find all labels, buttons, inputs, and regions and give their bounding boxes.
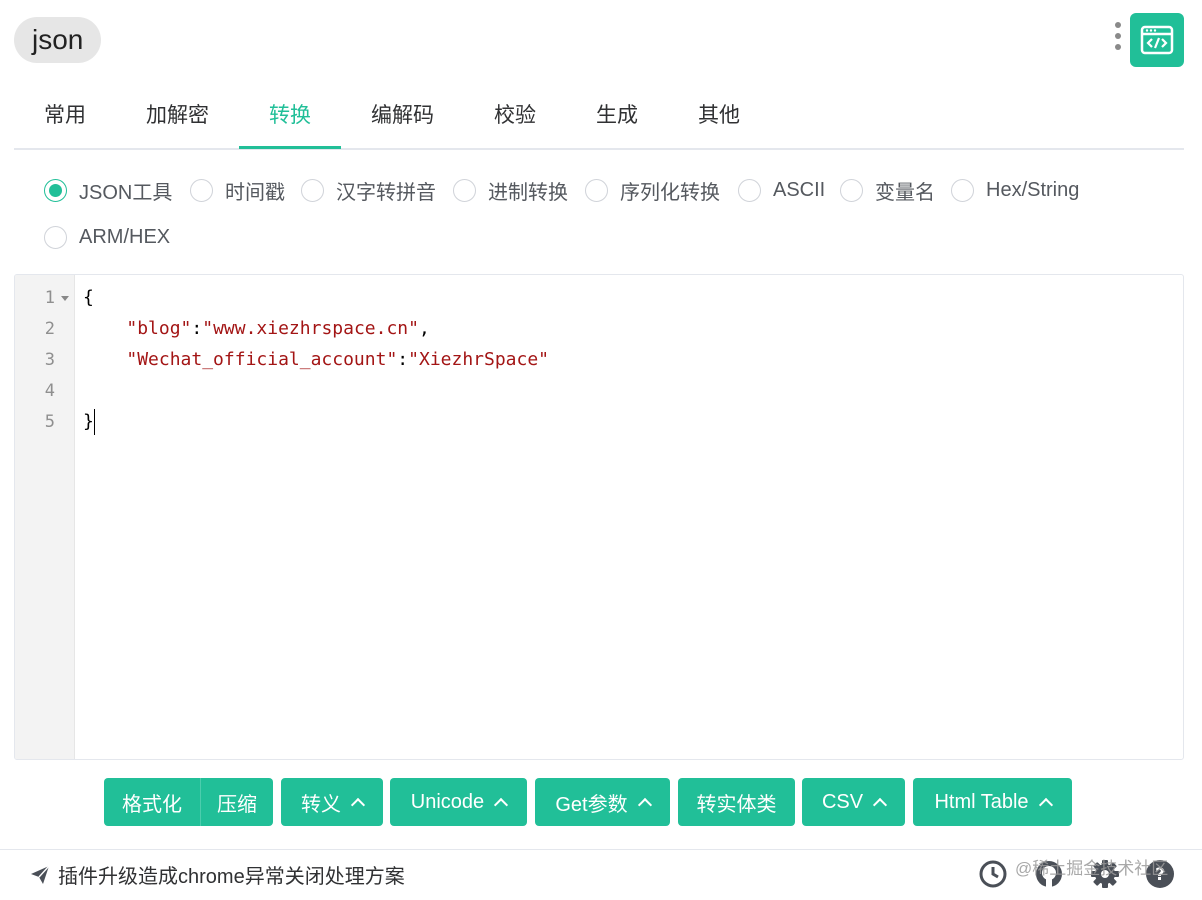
watermark-text: @稀土掘金技术社区	[1015, 859, 1169, 878]
code-line: }	[83, 406, 95, 437]
radio-dot	[44, 225, 67, 249]
line-number: 4	[44, 381, 55, 401]
radio-dot	[738, 178, 761, 202]
radio-label: 时间戳	[225, 181, 285, 204]
radio-arm-hex[interactable]: ARM/HEX	[44, 215, 170, 259]
tab-codec[interactable]: 编解码	[341, 88, 464, 148]
json-value: "www.xiezhrspace.cn"	[202, 318, 419, 339]
radio-timestamp[interactable]: 时间戳	[190, 168, 285, 212]
to-entity-button[interactable]: 转实体类	[678, 778, 795, 826]
json-key: "blog"	[126, 318, 192, 339]
line-number: 2	[44, 319, 55, 339]
code-line: {	[83, 287, 94, 308]
tab-convert[interactable]: 转换	[239, 88, 341, 148]
unicode-label: Unicode	[410, 790, 485, 813]
csv-button-wrap: CSV	[802, 778, 905, 826]
clock-icon[interactable]	[978, 859, 1008, 889]
chevron-up-icon	[494, 797, 509, 813]
footer: 插件升级造成chrome异常关闭处理方案 ? @稀土掘金技术社区	[0, 849, 1202, 900]
chevron-up-icon	[637, 797, 652, 813]
html-table-label: Html Table	[934, 790, 1029, 813]
active-tab-indicator	[239, 146, 341, 149]
html-table-button[interactable]: Html Table	[913, 778, 1072, 826]
radio-dot	[951, 178, 974, 202]
line-number: 3	[44, 350, 55, 370]
csv-label: CSV	[821, 790, 864, 813]
json-key: "Wechat_official_account"	[126, 349, 398, 370]
fold-arrow-icon[interactable]	[61, 296, 69, 301]
radio-label: 序列化转换	[620, 181, 720, 204]
escape-button-wrap: 转义	[281, 778, 383, 826]
paper-plane-icon	[31, 865, 50, 884]
text-caret	[93, 409, 95, 435]
code-line: "blog":"www.xiezhrspace.cn",	[126, 318, 430, 339]
radio-dot	[453, 178, 476, 202]
radio-base-convert[interactable]: 进制转换	[453, 168, 568, 212]
tab-encrypt[interactable]: 加解密	[116, 88, 239, 148]
get-params-button-wrap: Get参数	[535, 778, 670, 826]
chevron-up-icon	[1038, 797, 1053, 813]
radio-label: ARM/HEX	[79, 225, 171, 248]
radio-ascii[interactable]: ASCII	[738, 168, 825, 212]
get-params-button[interactable]: Get参数	[535, 778, 670, 826]
radio-serialize[interactable]: 序列化转换	[585, 168, 720, 212]
radio-label: 汉字转拼音	[336, 181, 436, 204]
json-value: "XiezhrSpace"	[408, 349, 550, 370]
radio-dot	[840, 178, 863, 202]
unicode-button[interactable]: Unicode	[390, 778, 527, 826]
radio-label: 进制转换	[488, 181, 568, 204]
code-area[interactable]: { "blog":"www.xiezhrspace.cn", "Wechat_o…	[83, 275, 1183, 759]
to-entity-button-wrap: 转实体类	[678, 778, 795, 826]
category-tabs: 常用 加解密 转换 编解码 校验 生成 其他	[14, 88, 1184, 150]
line-number-gutter: 1 2 3 4 5	[15, 275, 75, 759]
tab-other[interactable]: 其他	[668, 88, 770, 148]
escape-button[interactable]: 转义	[281, 778, 383, 826]
get-params-label: Get参数	[555, 793, 628, 816]
json-editor[interactable]: 1 2 3 4 5 { "blog":"www.xiezhrspace.cn",…	[14, 274, 1184, 760]
radio-variable-name[interactable]: 变量名	[840, 168, 935, 212]
chevron-up-icon	[872, 797, 888, 813]
tab-generate[interactable]: 生成	[566, 88, 668, 148]
line-number: 1	[15, 282, 75, 313]
format-button[interactable]: 格式化	[104, 778, 200, 826]
radio-dot	[301, 178, 324, 202]
upgrade-notice-link[interactable]: 插件升级造成chrome异常关闭处理方案	[30, 860, 405, 889]
page-title: json	[14, 17, 102, 63]
radio-label: JSON工具	[79, 181, 173, 204]
radio-label: Hex/String	[986, 178, 1080, 201]
html-table-button-wrap: Html Table	[913, 778, 1072, 826]
upgrade-notice-text: 插件升级造成chrome异常关闭处理方案	[58, 866, 405, 888]
line-number: 5	[44, 412, 55, 432]
chevron-up-icon	[350, 797, 366, 813]
header: json	[0, 0, 1202, 80]
radio-label: ASCII	[773, 178, 826, 201]
csv-button[interactable]: CSV	[802, 778, 905, 826]
radio-hex-string[interactable]: Hex/String	[951, 168, 1079, 212]
radio-dot	[44, 178, 67, 202]
radio-label: 变量名	[875, 181, 935, 204]
kebab-menu-icon[interactable]	[1110, 22, 1126, 58]
radio-dot	[190, 178, 213, 202]
format-compress-group: 格式化 压缩	[104, 778, 273, 826]
code-window-icon[interactable]	[1130, 13, 1184, 67]
tab-common[interactable]: 常用	[14, 88, 116, 148]
radio-dot	[585, 178, 608, 202]
radio-pinyin[interactable]: 汉字转拼音	[301, 168, 436, 212]
tab-validate[interactable]: 校验	[464, 88, 566, 148]
unicode-button-wrap: Unicode	[390, 778, 527, 826]
compress-button[interactable]: 压缩	[201, 778, 273, 826]
escape-label: 转义	[301, 793, 341, 816]
radio-json-tool[interactable]: JSON工具	[44, 168, 172, 212]
code-line: "Wechat_official_account":"XiezhrSpace"	[126, 349, 550, 370]
